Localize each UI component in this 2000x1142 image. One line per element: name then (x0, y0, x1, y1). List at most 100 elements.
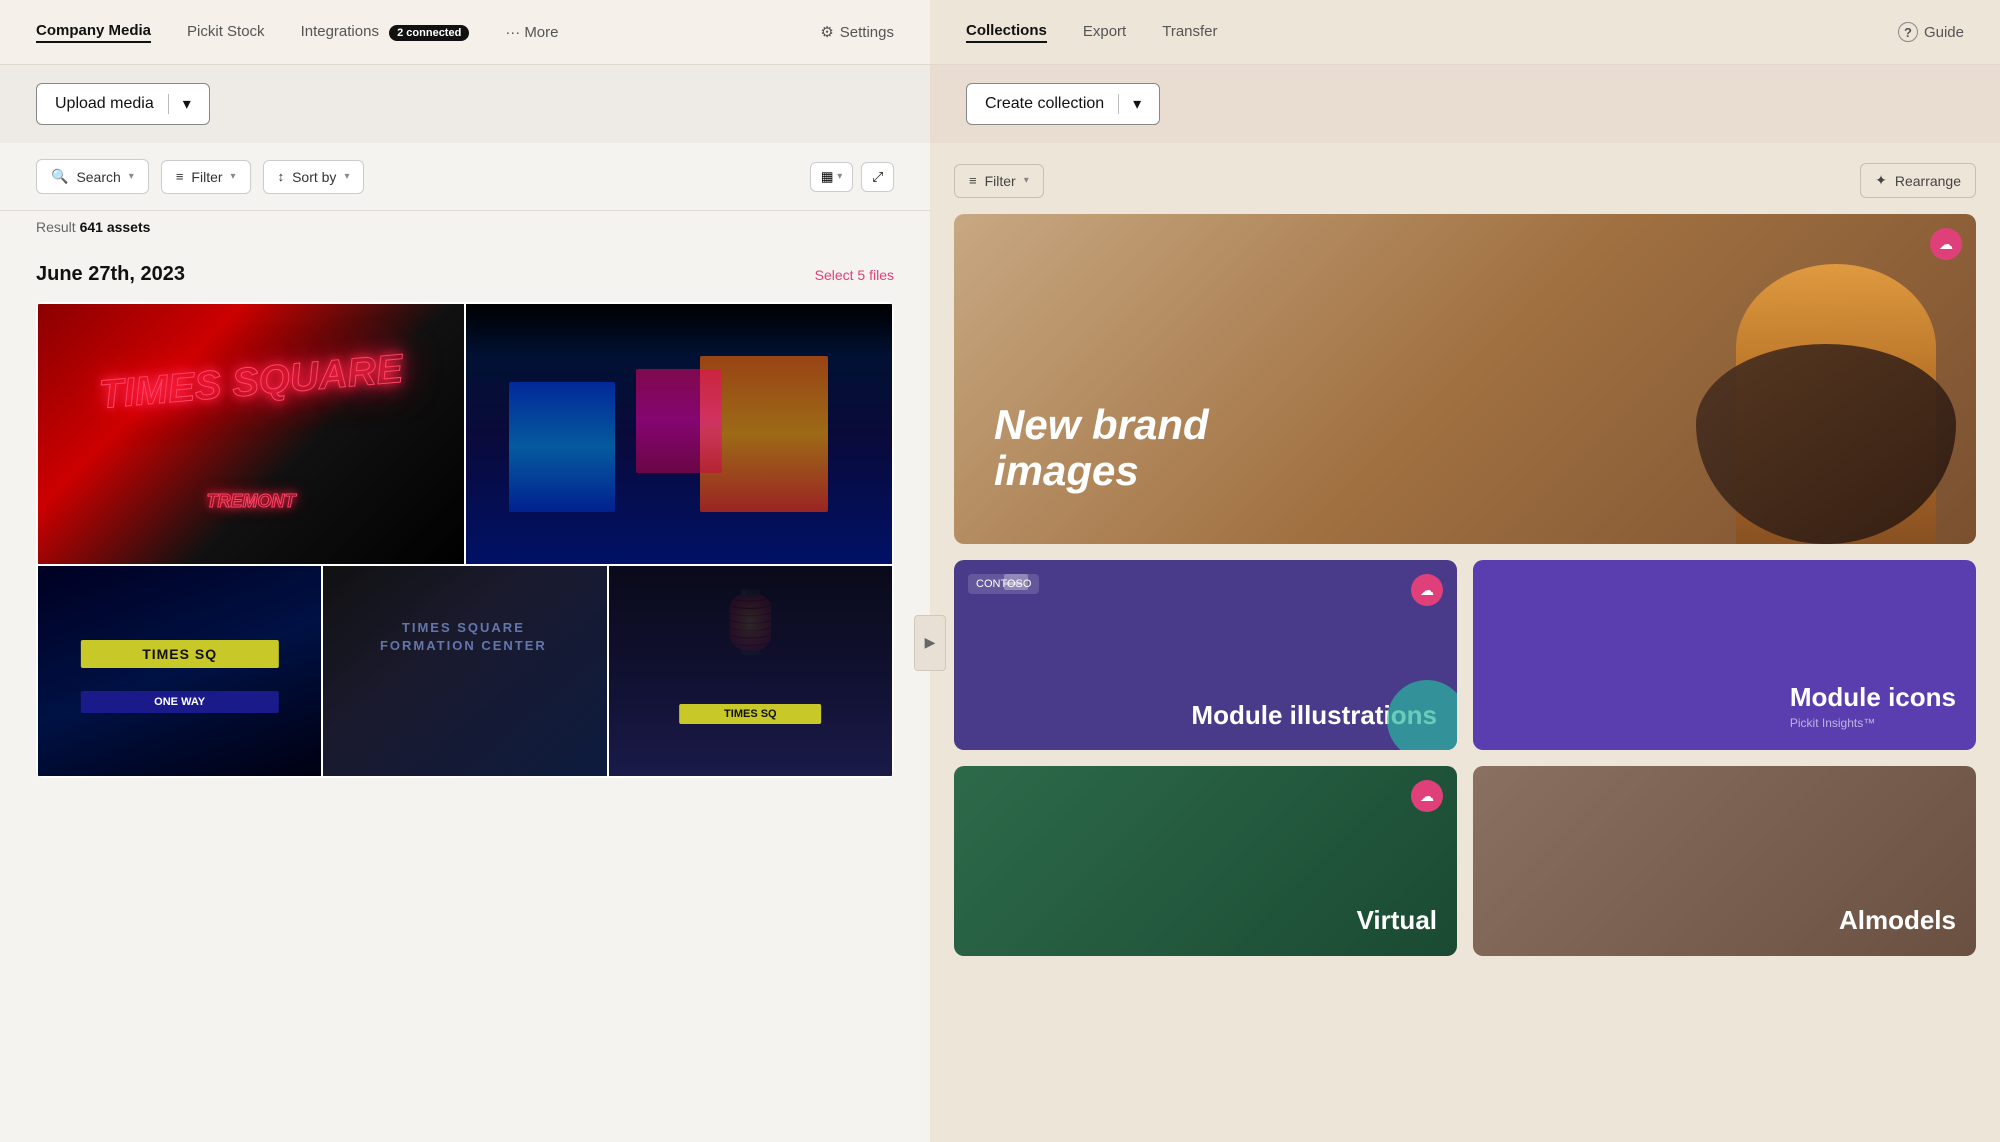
thumbnail-inner: TIMES SQUAREFORMATION CENTER (323, 566, 606, 776)
filter-right-chevron-icon: ▾ (1024, 175, 1029, 186)
tab-pickit-stock[interactable]: Pickit Stock (187, 23, 265, 42)
collection-card-virtual[interactable]: ☁ Virtual (954, 766, 1457, 956)
collapse-arrow-icon: ▶ (925, 634, 936, 651)
sign-text: TIMES SQ (90, 646, 268, 662)
tab-integrations-label: Integrations (301, 23, 379, 40)
search-chevron-icon: ▾ (129, 171, 134, 182)
media-grid: Times Square Tremont (36, 302, 894, 778)
nav-left: Company Media Pickit Stock Integrations … (0, 0, 930, 64)
sort-by-button[interactable]: ↕ Sort by ▾ (263, 160, 365, 194)
collections-grid: New brandimages ☁ CONTOSO ☁ (954, 214, 1976, 956)
settings-label: Settings (840, 24, 894, 41)
thumbnail-inner: Times Square Tremont (38, 304, 464, 564)
media-thumbnail[interactable]: TIMES SQ ONE WAY (38, 566, 321, 776)
toolbar-right: Create collection ▾ (930, 65, 2000, 143)
view-toggle: ▦ ▾ ⤢ (810, 162, 894, 192)
billboard-sim3 (636, 369, 721, 473)
media-grid-top-row: Times Square Tremont (38, 304, 892, 564)
media-thumbnail[interactable] (466, 304, 892, 564)
grid-view-button[interactable]: ▦ ▾ (810, 162, 854, 192)
search-icon: 🔍 (51, 168, 68, 185)
search-button[interactable]: 🔍 Search ▾ (36, 159, 149, 194)
cloud-badge: ☁ (1930, 228, 1962, 260)
bean-bag-shape (1696, 344, 1956, 544)
collection-card-almodels[interactable]: Almodels (1473, 766, 1976, 956)
filter-bar-right: ≡ Filter ▾ ✦ Rearrange (954, 163, 1976, 198)
search-label: Search (76, 169, 120, 185)
icon-bar2 (1004, 582, 1022, 585)
collection-card-module-illustrations[interactable]: CONTOSO ☁ Module illustrations (954, 560, 1457, 750)
media-thumbnail[interactable]: TIMES SQUAREFORMATION CENTER (323, 566, 606, 776)
billboard-sim2 (509, 382, 616, 512)
nav-right: Collections Export Transfer ? Guide (930, 0, 2000, 64)
grid-icon: ▦ (821, 169, 834, 185)
card-background: Module icons Pickit Insights™ (1473, 560, 1976, 750)
lamp-post: 🏮 (713, 587, 788, 658)
tab-company-media[interactable]: Company Media (36, 22, 151, 43)
rearrange-button[interactable]: ✦ Rearrange (1860, 163, 1976, 198)
tab-transfer[interactable]: Transfer (1162, 23, 1217, 42)
tab-collections[interactable]: Collections (966, 22, 1047, 43)
filter-bar: 🔍 Search ▾ ≡ Filter ▾ ↕ Sort by ▾ ▦ ▾ (0, 143, 930, 211)
info-center-text: TIMES SQUAREFORMATION CENTER (380, 619, 547, 655)
teal-circle-decoration (1387, 680, 1457, 750)
expand-view-button[interactable]: ⤢ (861, 162, 894, 192)
create-collection-button[interactable]: Create collection ▾ (966, 83, 1160, 125)
upload-media-button[interactable]: Upload media ▾ (36, 83, 210, 125)
filter-right-label: Filter (985, 173, 1016, 189)
street-sign-2: ONE WAY (80, 691, 278, 713)
sort-icon: ↕ (278, 169, 285, 184)
button-divider (1118, 94, 1119, 114)
guide-icon: ? (1898, 22, 1918, 42)
select-files-link[interactable]: Select 5 files (815, 267, 894, 283)
filter-button[interactable]: ≡ Filter ▾ (161, 160, 251, 194)
button-divider (168, 94, 169, 114)
card-title-new-brand: New brandimages (994, 402, 1209, 494)
left-panel: 🔍 Search ▾ ≡ Filter ▾ ↕ Sort by ▾ ▦ ▾ (0, 143, 930, 1142)
thumbnail-overlay (38, 566, 321, 776)
sort-by-label: Sort by (292, 169, 336, 185)
create-collection-label: Create collection (985, 95, 1104, 113)
media-thumbnail[interactable]: Times Square Tremont (38, 304, 464, 564)
thumbnail-inner: TIMES SQ 🏮 (609, 566, 892, 776)
rearrange-label: Rearrange (1895, 173, 1961, 189)
rearrange-icon: ✦ (1875, 172, 1887, 189)
more-menu-button[interactable]: ··· More (505, 24, 558, 41)
settings-icon: ⚙ (820, 23, 833, 41)
collection-card-new-brand[interactable]: New brandimages ☁ (954, 214, 1976, 544)
result-text: Result (36, 219, 76, 235)
card-content-almodels: Almodels (1839, 905, 1956, 936)
tab-export[interactable]: Export (1083, 23, 1126, 42)
cloud-badge: ☁ (1411, 574, 1443, 606)
cloud-icon: ☁ (1420, 582, 1434, 599)
filter-right-button[interactable]: ≡ Filter ▾ (954, 164, 1044, 198)
collapse-panel-button[interactable]: ▶ (914, 615, 946, 671)
thumbnail-overlay (323, 566, 606, 776)
card-background: Almodels (1473, 766, 1976, 956)
upload-chevron-icon: ▾ (183, 94, 191, 114)
guide-button[interactable]: ? Guide (1898, 22, 1964, 42)
collection-card-module-icons[interactable]: Module icons Pickit Insights™ (1473, 560, 1976, 750)
media-thumbnail[interactable]: TIMES SQ 🏮 (609, 566, 892, 776)
view-chevron-icon: ▾ (837, 171, 842, 182)
toolbar-left: Upload media ▾ (0, 65, 930, 143)
settings-button[interactable]: ⚙ Settings (820, 23, 894, 41)
card-background: ☁ Virtual (954, 766, 1457, 956)
top-navigation: Company Media Pickit Stock Integrations … (0, 0, 2000, 65)
sort-chevron-icon: ▾ (344, 171, 349, 182)
cloud-icon: ☁ (1420, 788, 1434, 805)
thumbnail-inner: TIMES SQ ONE WAY (38, 566, 321, 776)
main-content: 🔍 Search ▾ ≡ Filter ▾ ↕ Sort by ▾ ▦ ▾ (0, 143, 2000, 1142)
card-content-virtual: Virtual (1357, 905, 1437, 936)
card-background: CONTOSO ☁ Module illustrations (954, 560, 1457, 750)
filter-right-icon: ≡ (969, 173, 977, 188)
neon-overlay-text: Times Square (98, 349, 405, 415)
tab-integrations[interactable]: Integrations 2 connected (301, 23, 470, 42)
result-count-value: 641 assets (80, 219, 151, 235)
filter-icon: ≡ (176, 169, 184, 184)
media-section: June 27th, 2023 Select 5 files Times Squ… (0, 247, 930, 1142)
card-background: New brandimages ☁ (954, 214, 1976, 544)
section-header: June 27th, 2023 Select 5 files (36, 247, 894, 286)
cloud-badge: ☁ (1411, 780, 1443, 812)
toolbar-row: Upload media ▾ Create collection ▾ (0, 65, 2000, 143)
